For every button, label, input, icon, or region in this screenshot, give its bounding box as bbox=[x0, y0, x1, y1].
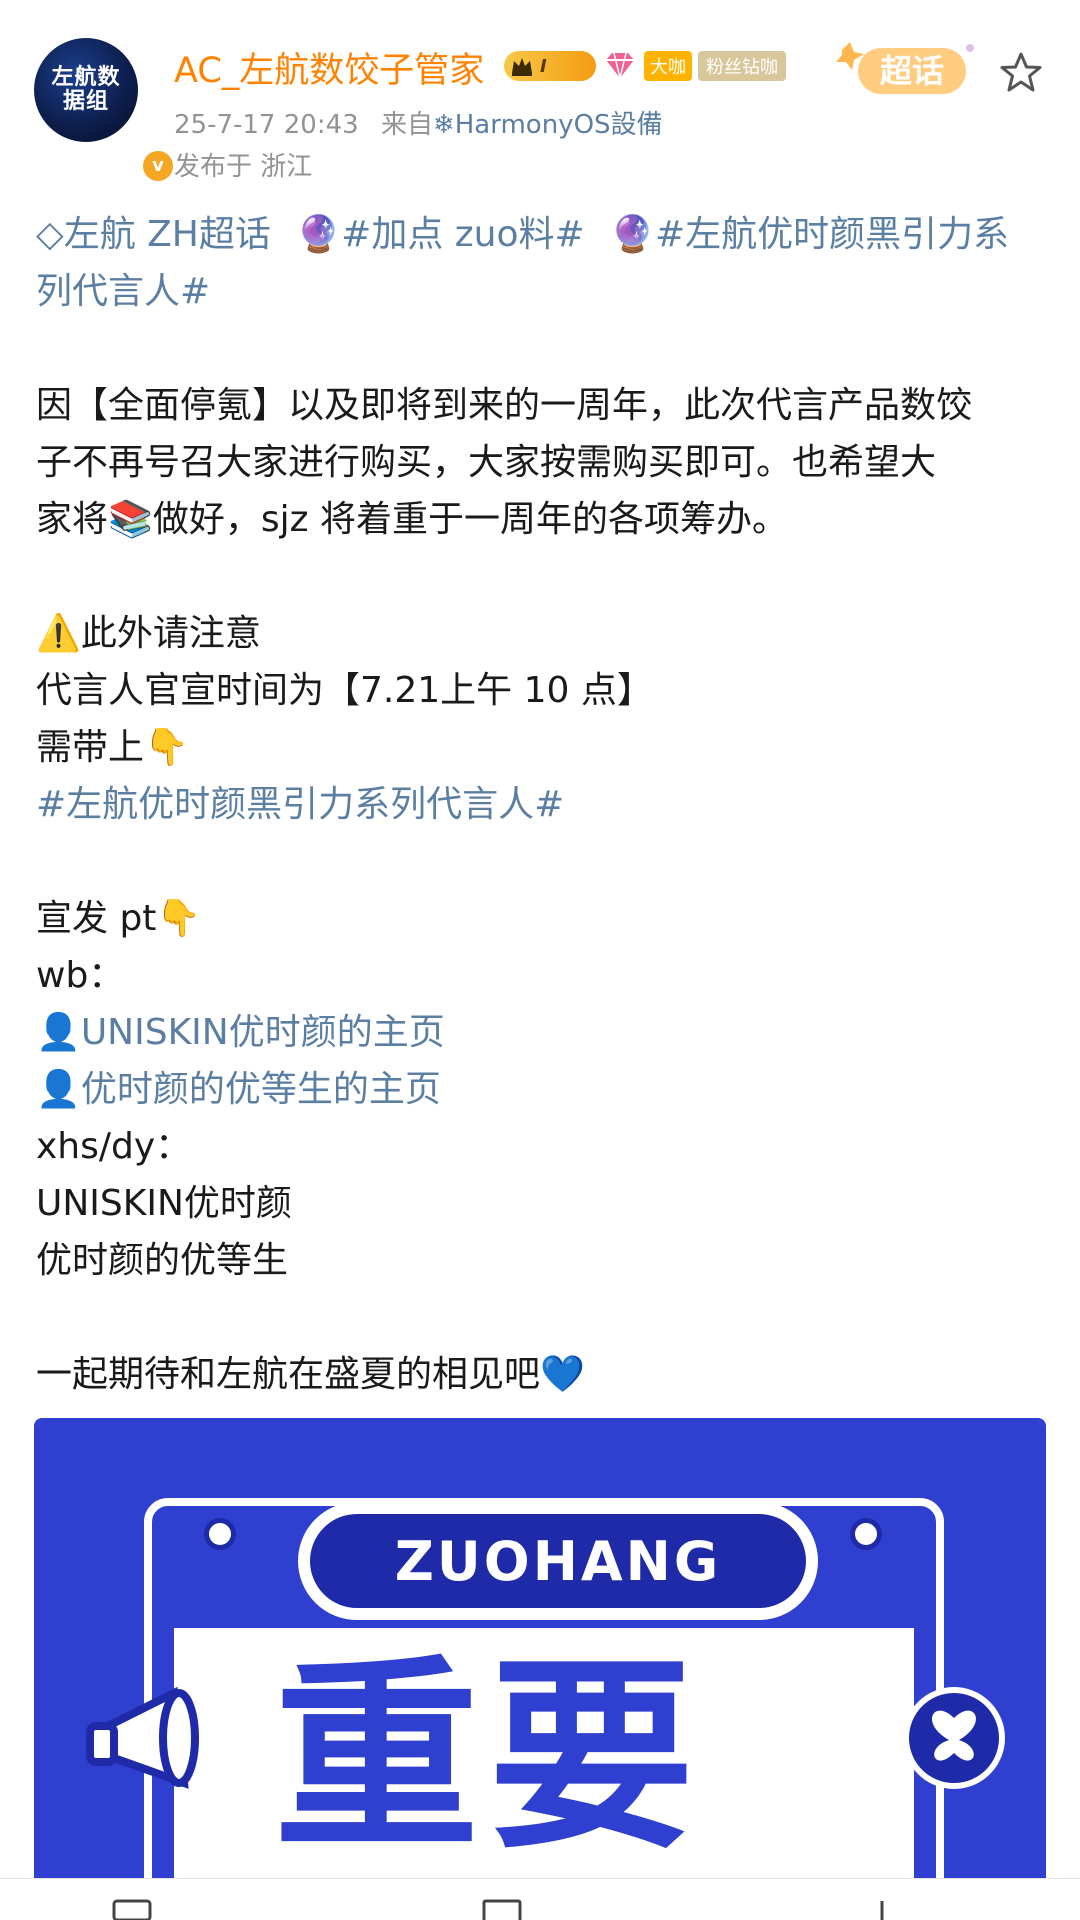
paragraph-line: 家将📚做好，sjz 将着重于一周年的各项筹办。 bbox=[36, 499, 788, 540]
point-down-icon: 👇 bbox=[156, 898, 202, 939]
notice-title: ⚠️此外请注意 bbox=[36, 613, 261, 654]
pin-icon bbox=[204, 1518, 236, 1550]
notice-bring: 需带上👇 bbox=[36, 727, 189, 768]
post-header: 左航数据组 v AC_左航数饺子管家 I 大咖 粉丝钻咖 25-7-17 20:… bbox=[0, 0, 1080, 184]
avatar[interactable]: 左航数据组 v bbox=[34, 38, 176, 184]
blue-heart-icon: 💙 bbox=[540, 1354, 585, 1395]
butterfly-icon bbox=[903, 1687, 1005, 1789]
user-icon: 👤 bbox=[36, 1012, 81, 1053]
paragraph-line: 子不再号召大家进行购买，大家按需购买即可。也希望大 bbox=[36, 442, 937, 483]
star-icon[interactable] bbox=[998, 50, 1044, 96]
supertopic-link[interactable]: ◇左航 ZH超话 bbox=[36, 214, 271, 255]
user-badges: I 大咖 粉丝钻咖 bbox=[504, 48, 786, 84]
crown-icon bbox=[512, 58, 532, 76]
member-level-text: I bbox=[540, 55, 547, 77]
xhs-label: xhs/dy： bbox=[36, 1126, 192, 1167]
avatar-text: 左航数据组 bbox=[51, 65, 121, 114]
bottom-toolbar bbox=[0, 1878, 1080, 1920]
promo-image[interactable]: ZUOHANG 重要 bbox=[34, 1418, 1046, 1878]
post-location: 发布于 浙江 bbox=[174, 152, 313, 182]
user-icon: 👤 bbox=[36, 1069, 81, 1110]
chaohua-button[interactable]: 超话 bbox=[832, 40, 982, 100]
xhs-account-2: 优时颜的优等生 bbox=[36, 1240, 289, 1281]
closing-line: 一起期待和左航在盛夏的相见吧💙 bbox=[36, 1354, 585, 1395]
source-device[interactable]: HarmonyOS設備 bbox=[455, 110, 663, 140]
notice-topic-link[interactable]: #左航优时颜黑引力系列代言人# bbox=[36, 776, 1046, 833]
xhs-account-1: UNISKIN优时颜 bbox=[36, 1183, 292, 1224]
post-body: ◇左航 ZH超话 🔮#加点 zuo料# 🔮#左航优时颜黑引力系 列代言人# 因【… bbox=[36, 206, 1046, 1403]
like-icon[interactable] bbox=[860, 1899, 904, 1920]
post-meta: 25-7-17 20:43 来自❄HarmonyOS設備 bbox=[174, 104, 663, 141]
wb-user-link-1[interactable]: 👤UNISKIN优时颜的主页 bbox=[36, 1004, 1046, 1061]
source-prefix: 来自 bbox=[380, 110, 433, 140]
wb-user-link-2[interactable]: 👤优时颜的优等生的主页 bbox=[36, 1061, 1046, 1118]
verified-icon: v bbox=[140, 148, 176, 184]
diamond-icon: ◇ bbox=[36, 214, 64, 255]
topic-link-1[interactable]: 🔮#加点 zuo料# bbox=[296, 214, 584, 255]
notice-time: 代言人官宣时间为【7.21上午 10 点】 bbox=[36, 670, 653, 711]
post-timestamp: 25-7-17 20:43 bbox=[174, 110, 359, 140]
globe-icon: 🔮 bbox=[296, 214, 342, 255]
snowflake-icon: ❄ bbox=[432, 110, 455, 140]
wb-label: wb： bbox=[36, 955, 125, 996]
promo-headline: 重要 bbox=[274, 1639, 704, 1877]
repost-icon[interactable] bbox=[110, 1899, 154, 1920]
chaohua-label: 超话 bbox=[880, 52, 944, 90]
topic-line-1: ◇左航 ZH超话 🔮#加点 zuo料# 🔮#左航优时颜黑引力系 bbox=[36, 206, 1046, 263]
tag-da-badge[interactable]: 大咖 bbox=[644, 51, 692, 81]
topic-link-2-cont[interactable]: 列代言人# bbox=[36, 263, 1046, 320]
tag-fans-badge[interactable]: 粉丝钻咖 bbox=[698, 51, 786, 81]
comment-icon[interactable] bbox=[480, 1899, 524, 1920]
warning-icon: ⚠️ bbox=[36, 613, 81, 654]
globe-icon: 🔮 bbox=[610, 214, 655, 255]
pin-icon bbox=[850, 1518, 882, 1550]
pt-title: 宣发 pt👇 bbox=[36, 898, 202, 939]
books-icon: 📚 bbox=[108, 499, 153, 540]
paragraph-line: 因【全面停氪】以及即将到来的一周年，此次代言产品数饺 bbox=[36, 385, 973, 426]
megaphone-icon bbox=[86, 1686, 232, 1789]
promo-pill: ZUOHANG bbox=[298, 1502, 818, 1620]
topic-link-2[interactable]: 🔮#左航优时颜黑引力系 bbox=[610, 214, 1009, 255]
point-down-icon: 👇 bbox=[144, 727, 189, 768]
member-level-badge[interactable]: I bbox=[504, 51, 596, 81]
username[interactable]: AC_左航数饺子管家 bbox=[174, 42, 484, 93]
diamond-fan-icon[interactable] bbox=[602, 50, 638, 82]
